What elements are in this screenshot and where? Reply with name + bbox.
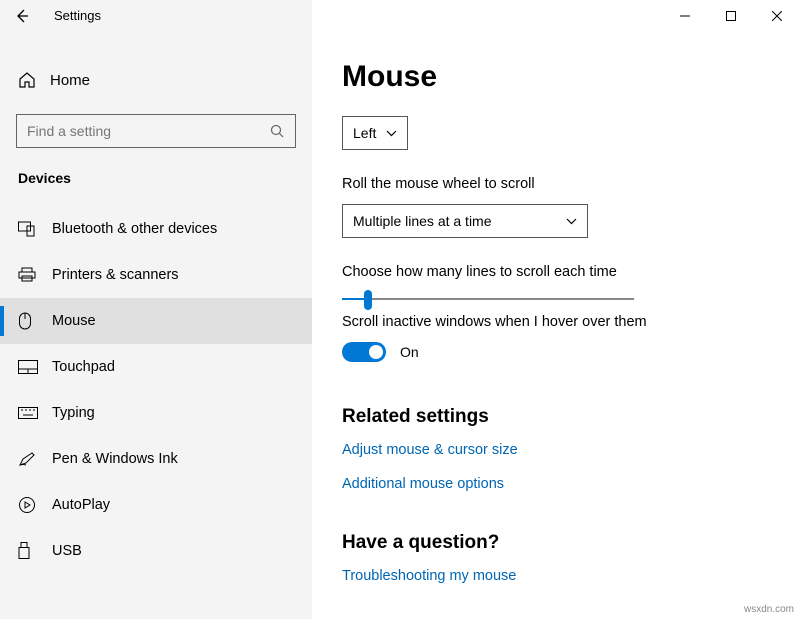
pen-icon [18,451,42,467]
chevron-down-icon [386,130,397,137]
sidebar-item-label: Touchpad [52,359,115,375]
touchpad-icon [18,360,42,374]
chevron-down-icon [566,218,577,225]
category-header: Devices [0,170,312,206]
slider-thumb[interactable] [364,290,372,310]
primary-button-select[interactable]: Left [342,116,408,150]
maximize-button[interactable] [708,0,754,32]
sidebar-item-mouse[interactable]: Mouse [0,298,312,344]
lines-scroll-slider[interactable] [342,298,634,300]
wheel-scroll-label: Roll the mouse wheel to scroll [342,176,770,192]
home-label: Home [50,72,90,89]
sidebar-item-label: AutoPlay [52,497,110,513]
primary-button-value: Left [353,125,376,141]
hover-scroll-state: On [400,344,419,360]
minimize-button[interactable] [662,0,708,32]
related-settings-heading: Related settings [342,406,770,428]
search-box[interactable] [16,114,296,148]
sidebar-item-typing[interactable]: Typing [0,390,312,436]
hover-scroll-toggle[interactable] [342,342,386,362]
sidebar-item-touchpad[interactable]: Touchpad [0,344,312,390]
hover-scroll-label: Scroll inactive windows when I hover ove… [342,314,770,330]
home-icon [18,71,42,89]
home-button[interactable]: Home [0,60,312,100]
page-title: Mouse [342,60,770,94]
sidebar-item-bluetooth[interactable]: Bluetooth & other devices [0,206,312,252]
window-title: Settings [44,0,101,32]
sidebar-item-printers[interactable]: Printers & scanners [0,252,312,298]
sidebar-item-label: Typing [52,405,95,421]
watermark: wsxdn.com [744,604,794,615]
adjust-mouse-cursor-link[interactable]: Adjust mouse & cursor size [342,442,770,458]
back-button[interactable] [0,0,44,32]
troubleshoot-mouse-link[interactable]: Troubleshooting my mouse [342,568,770,584]
mouse-icon [18,312,42,330]
sidebar-item-usb[interactable]: USB [0,528,312,574]
wheel-scroll-select[interactable]: Multiple lines at a time [342,204,588,238]
sidebar-item-autoplay[interactable]: AutoPlay [0,482,312,528]
sidebar: Home Devices Bluetooth & other devices P… [0,32,312,619]
devices-icon [18,221,42,237]
sidebar-item-label: Bluetooth & other devices [52,221,217,237]
wheel-scroll-value: Multiple lines at a time [353,213,492,229]
search-input[interactable] [27,123,270,139]
usb-icon [18,542,42,560]
keyboard-icon [18,407,42,419]
content-pane: Mouse Left Roll the mouse wheel to scrol… [312,32,800,619]
search-icon [270,124,285,139]
sidebar-item-label: Pen & Windows Ink [52,451,178,467]
additional-mouse-options-link[interactable]: Additional mouse options [342,476,770,492]
printer-icon [18,267,42,283]
close-button[interactable] [754,0,800,32]
toggle-knob [369,345,383,359]
sidebar-item-label: USB [52,543,82,559]
have-question-heading: Have a question? [342,532,770,554]
lines-scroll-label: Choose how many lines to scroll each tim… [342,264,770,280]
sidebar-item-pen[interactable]: Pen & Windows Ink [0,436,312,482]
sidebar-item-label: Mouse [52,313,96,329]
autoplay-icon [18,496,42,514]
sidebar-item-label: Printers & scanners [52,267,179,283]
